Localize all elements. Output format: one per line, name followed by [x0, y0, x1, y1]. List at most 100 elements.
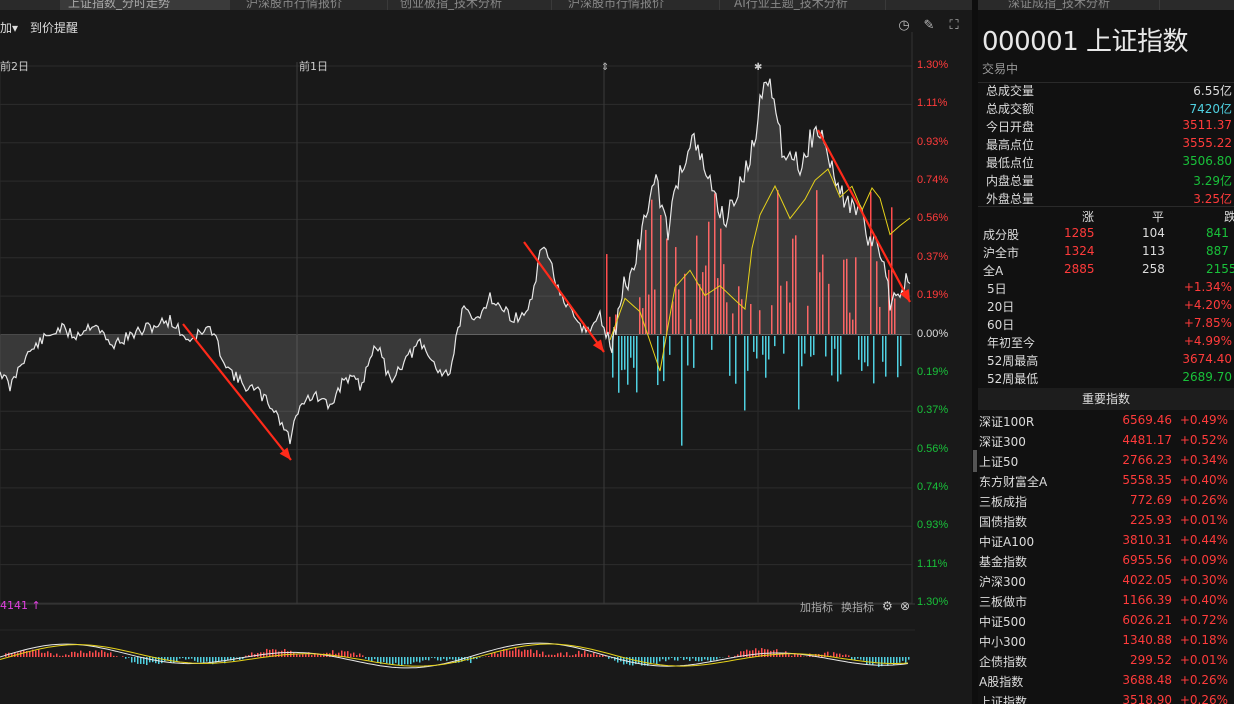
macd-bar-down [128, 657, 130, 658]
breadth-up: 1324 [1064, 244, 1095, 258]
stock-title: 000001 上证指数 [982, 27, 1189, 57]
index-row[interactable]: 中证A100 3810.31 +0.44% [978, 533, 1234, 553]
index-change: +0.01% [1179, 513, 1228, 527]
switch-indicator-button[interactable]: 换指标 [841, 599, 874, 615]
macd-bar-up [542, 651, 544, 657]
index-name: 企债指数 [979, 655, 1028, 669]
macd-bar-down [125, 657, 127, 659]
index-row[interactable]: 深证100R 6569.46 +0.49% [978, 413, 1234, 433]
macd-bar-up [29, 651, 31, 657]
indicator-chart [0, 642, 910, 669]
volume-bar-down [864, 336, 866, 363]
stat-row: 最高点位 3555.22 [978, 136, 1234, 154]
macd-bar-down [674, 657, 676, 661]
stat-value: 6.55亿 [1193, 84, 1232, 98]
index-price: 225.93 [1130, 513, 1172, 527]
macd-bar-up [113, 655, 115, 657]
index-change: +0.30% [1179, 573, 1228, 587]
tab-5[interactable]: 深证成指_技术分析 [1000, 0, 1160, 10]
volume-bar-down [636, 336, 638, 393]
performance-row: 5日 +1.34% [978, 280, 1234, 298]
index-price: 2766.23 [1122, 453, 1172, 467]
volume-bar-down [744, 336, 746, 411]
percent-label: 0.56% [917, 212, 949, 225]
macd-bar-down [701, 657, 703, 662]
index-name: 中证500 [979, 615, 1026, 629]
macd-bar-up [551, 654, 553, 657]
index-change: +0.44% [1179, 533, 1228, 547]
macd-bar-down [896, 657, 898, 664]
index-name: 基金指数 [979, 555, 1028, 569]
macd-bar-up [302, 654, 304, 657]
macd-bar-up [95, 650, 97, 657]
index-row[interactable]: 沪深300 4022.05 +0.30% [978, 573, 1234, 593]
stat-row: 内盘总量 3.29亿 [978, 172, 1234, 190]
gear-icon[interactable]: ⚙ [882, 599, 893, 613]
macd-bar-down [695, 657, 697, 661]
stat-label: 最低点位 [986, 156, 1035, 170]
index-row[interactable]: 上证50 2766.23 +0.34% [978, 453, 1234, 473]
macd-bar-up [596, 654, 598, 657]
breadth-row: 沪全市 1324 113 887 [978, 244, 1234, 262]
macd-bar-down [884, 657, 886, 664]
macd-bar-down [383, 657, 385, 663]
close-icon[interactable]: ⊗ [900, 599, 910, 613]
index-price: 1166.39 [1122, 593, 1172, 607]
volume-bar-down [840, 336, 842, 375]
performance-row: 52周最高 3674.40 [978, 352, 1234, 370]
macd-bar-down [446, 657, 448, 661]
macd-bar-up [62, 655, 64, 657]
macd-bar-up [605, 656, 607, 657]
index-row[interactable]: 深证300 4481.17 +0.52% [978, 433, 1234, 453]
volume-bar-down [663, 336, 665, 382]
index-change: +0.52% [1179, 433, 1228, 447]
macd-bar-up [548, 654, 550, 657]
volume-bar-down [768, 336, 770, 360]
index-name: 深证100R [979, 415, 1035, 429]
macd-bar-up [569, 655, 571, 657]
index-row[interactable]: 东方财富全A 5558.35 +0.40% [978, 473, 1234, 493]
macd-bar-down [389, 657, 391, 665]
percent-label: 1.11% [917, 557, 948, 570]
macd-bar-down [908, 657, 910, 660]
index-row[interactable]: 上证指数 3518.90 +0.26% [978, 693, 1234, 704]
macd-bar-up [497, 653, 499, 657]
add-indicator-button[interactable]: 加指标 [800, 599, 833, 615]
macd-bar-down [188, 657, 190, 660]
percent-label: 0.74% [917, 174, 949, 187]
index-price: 3688.48 [1122, 673, 1172, 687]
performance-row: 年初至今 +4.99% [978, 334, 1234, 352]
volume-bar-down [873, 336, 875, 384]
volume-bar-down [798, 336, 800, 410]
macd-bar-down [470, 657, 472, 664]
macd-bar-up [773, 650, 775, 657]
macd-bar-down [182, 657, 184, 659]
macd-bar-up [581, 653, 583, 657]
macd-bar-up [848, 655, 850, 657]
collapse-handle[interactable] [973, 450, 977, 472]
index-row[interactable]: A股指数 3688.48 +0.26% [978, 673, 1234, 693]
macd-bar-down [425, 657, 427, 660]
volume-bar-down [693, 336, 695, 368]
index-change: +0.26% [1179, 493, 1228, 507]
macd-bar-up [98, 652, 100, 657]
macd-bar-up [83, 652, 85, 657]
percent-label: 0.74% [917, 480, 949, 493]
stat-label: 外盘总量 [986, 192, 1035, 206]
index-row[interactable]: 中小300 1340.88 +0.18% [978, 633, 1234, 653]
up-arrow-icon: ↑ [28, 599, 41, 612]
stat-value: 3506.80 [1182, 154, 1232, 168]
index-row[interactable]: 国债指数 225.93 +0.01% [978, 513, 1234, 533]
index-change: +0.40% [1179, 473, 1228, 487]
index-row[interactable]: 基金指数 6955.56 +0.09% [978, 553, 1234, 573]
macd-bar-up [770, 650, 772, 657]
macd-bar-down [443, 657, 445, 659]
index-row[interactable]: 三板成指 772.69 +0.26% [978, 493, 1234, 513]
index-row[interactable]: 企债指数 299.52 +0.01% [978, 653, 1234, 673]
macd-bar-up [533, 653, 535, 657]
index-row[interactable]: 三板做市 1166.39 +0.40% [978, 593, 1234, 613]
macd-bar-down [140, 657, 142, 664]
macd-bar-up [509, 650, 511, 657]
index-row[interactable]: 中证500 6026.21 +0.72% [978, 613, 1234, 633]
macd-bar-up [566, 652, 568, 657]
